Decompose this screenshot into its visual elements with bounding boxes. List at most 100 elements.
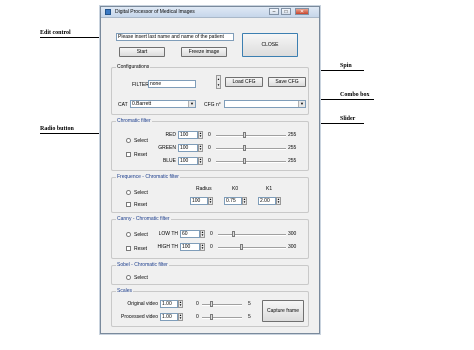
- spin-down-icon[interactable]: ▼: [199, 148, 202, 151]
- frequence-reset-label: Reset: [134, 202, 148, 208]
- frequence-filter-title: Frequence - Chromatic filter: [116, 174, 180, 180]
- slider-row-max: 5: [248, 301, 251, 307]
- canny-filter-title: Canny - Chromatic filter: [116, 216, 171, 222]
- cfg-number-combo[interactable]: ▼: [224, 100, 306, 108]
- slider-thumb[interactable]: [240, 244, 243, 250]
- load-cfg-button[interactable]: Load CFG: [225, 77, 263, 87]
- slider-thumb[interactable]: [232, 231, 235, 237]
- slider-thumb[interactable]: [210, 301, 213, 307]
- config-spin[interactable]: ▲ ▼: [216, 75, 221, 89]
- maximize-button[interactable]: □: [281, 8, 291, 15]
- scales-title: Scales: [116, 288, 134, 294]
- slider-row-min: 0: [208, 145, 211, 151]
- slider-row-label: LOW TH: [158, 231, 178, 237]
- slider-row-value-input[interactable]: [160, 300, 178, 308]
- slider-row-spin[interactable]: ▲ ▼: [198, 131, 203, 139]
- chromatic-select-radio[interactable]: [126, 138, 131, 143]
- chromatic-reset-checkbox[interactable]: [126, 152, 131, 157]
- frequence-reset-checkbox[interactable]: [126, 202, 131, 207]
- spin-down-icon[interactable]: ▼: [179, 317, 182, 320]
- slider-thumb[interactable]: [243, 158, 246, 164]
- slider-thumb[interactable]: [210, 314, 213, 320]
- save-cfg-button[interactable]: Save CFG: [268, 77, 306, 87]
- canny-select-label: Select: [134, 232, 148, 238]
- spin-down-icon[interactable]: ▼: [201, 234, 204, 237]
- slider-row-min: 0: [196, 301, 199, 307]
- spin-down-icon[interactable]: ▼: [179, 304, 182, 307]
- callout-edit-control: Edit control: [40, 30, 71, 36]
- chevron-down-icon[interactable]: ▼: [188, 101, 195, 107]
- slider-row-spin[interactable]: ▲ ▼: [198, 144, 203, 152]
- chevron-down-icon[interactable]: ▼: [298, 101, 305, 107]
- spin-down-icon[interactable]: ▼: [199, 161, 202, 164]
- slider-row-max: 300: [288, 231, 297, 237]
- slider-row-spin[interactable]: ▲ ▼: [198, 157, 203, 165]
- close-button[interactable]: CLOSE: [242, 33, 298, 57]
- callout-slider: Slider: [340, 116, 356, 122]
- k0-label: K0: [232, 186, 239, 192]
- slider-row-value-input[interactable]: [178, 144, 198, 152]
- slider-row-value-input[interactable]: [178, 157, 198, 165]
- slider-row-spin[interactable]: ▲ ▼: [200, 243, 205, 251]
- slider-track[interactable]: [218, 247, 286, 249]
- slider-row-label: RED: [165, 132, 176, 138]
- slider-track[interactable]: [202, 304, 242, 306]
- slider-track[interactable]: [216, 135, 286, 137]
- radius-spin[interactable]: ▲ ▼: [208, 197, 213, 205]
- cat-label: CAT: [118, 102, 128, 108]
- freeze-image-button[interactable]: Freeze image: [181, 47, 227, 57]
- slider-thumb[interactable]: [243, 132, 246, 138]
- slider-row-min: 0: [208, 158, 211, 164]
- slider-track[interactable]: [218, 234, 286, 236]
- spin-down-icon[interactable]: ▼: [217, 82, 220, 88]
- slider-track[interactable]: [202, 317, 242, 319]
- canny-select-radio[interactable]: [126, 232, 131, 237]
- spin-down-icon[interactable]: ▼: [201, 247, 204, 250]
- slider-track[interactable]: [216, 161, 286, 163]
- k1-input[interactable]: [258, 197, 276, 205]
- slider-row-min: 0: [196, 314, 199, 320]
- capture-frame-button[interactable]: Capture frame: [262, 300, 304, 322]
- cfg-number-label: CFG n°: [204, 102, 221, 108]
- slider-row-max: 255: [288, 158, 297, 164]
- slider-row-value-input[interactable]: [178, 131, 198, 139]
- slider-row-label: Original video: [127, 301, 158, 307]
- chromatic-filter-title: Chromatic filter: [116, 118, 152, 124]
- spin-down-icon[interactable]: ▼: [243, 201, 246, 204]
- window-close-button[interactable]: ✕: [295, 8, 309, 15]
- app-icon: [105, 9, 111, 15]
- spin-down-icon[interactable]: ▼: [209, 201, 212, 204]
- slider-row-spin[interactable]: ▲ ▼: [178, 313, 183, 321]
- slider-row-value-input[interactable]: [180, 243, 200, 251]
- chromatic-filter-group: Chromatic filter Select Reset RED ▲▼ 0 255 G…: [111, 118, 309, 171]
- slider-thumb[interactable]: [243, 145, 246, 151]
- canny-reset-label: Reset: [134, 246, 148, 252]
- radius-input[interactable]: [190, 197, 208, 205]
- slider-row-spin[interactable]: ▲ ▼: [178, 300, 183, 308]
- slider-track[interactable]: [216, 148, 286, 150]
- frequence-select-radio[interactable]: [126, 190, 131, 195]
- k1-spin[interactable]: ▲ ▼: [276, 197, 281, 205]
- cat-combo[interactable]: 0.Barrett ▼: [130, 100, 196, 108]
- start-button[interactable]: Start: [119, 47, 165, 57]
- callout-combo-box: Combo box: [340, 92, 370, 98]
- frequence-select-label: Select: [134, 190, 148, 196]
- k0-spin[interactable]: ▲ ▼: [242, 197, 247, 205]
- patient-name-input[interactable]: [116, 33, 234, 41]
- slider-row-max: 255: [288, 132, 297, 138]
- filter-input[interactable]: [148, 80, 196, 88]
- spin-down-icon[interactable]: ▼: [277, 201, 280, 204]
- chromatic-reset-label: Reset: [134, 152, 148, 158]
- minimize-button[interactable]: –: [269, 8, 279, 15]
- sobel-select-radio[interactable]: [126, 275, 131, 280]
- slider-row-min: 0: [208, 132, 211, 138]
- slider-row-value-input[interactable]: [180, 230, 200, 238]
- slider-row-value-input[interactable]: [160, 313, 178, 321]
- spin-down-icon[interactable]: ▼: [199, 135, 202, 138]
- canny-reset-checkbox[interactable]: [126, 246, 131, 251]
- sobel-select-label: Select: [134, 275, 148, 281]
- filter-label: FILTER: [132, 82, 149, 88]
- k0-input[interactable]: [224, 197, 242, 205]
- chromatic-select-label: Select: [134, 138, 148, 144]
- slider-row-spin[interactable]: ▲ ▼: [200, 230, 205, 238]
